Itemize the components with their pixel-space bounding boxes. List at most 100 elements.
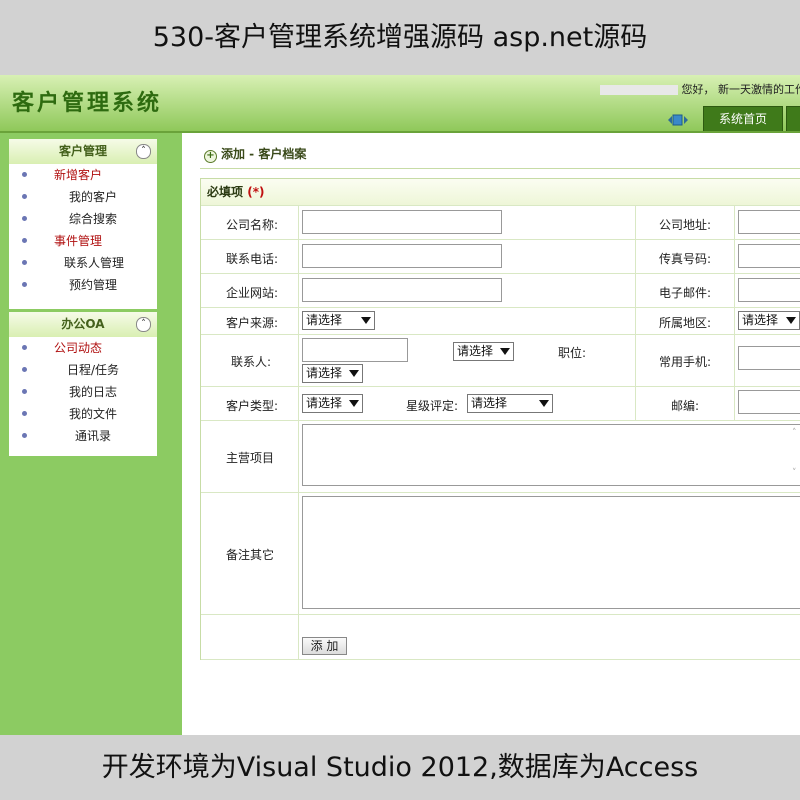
sidebar-item-label: 综合搜索: [69, 212, 118, 226]
col-divider: [734, 206, 735, 420]
divider: [200, 168, 800, 169]
sidebar: 客户管理 ˄ 新增客户 我的客户 综合搜索 事件管理 联系人管理 预约管理 办公…: [0, 133, 182, 735]
sidebar-item-label: 通讯录: [75, 429, 112, 443]
panel-title-oa[interactable]: 办公OA ˄: [9, 312, 157, 337]
label-phone: 联系电话:: [226, 252, 279, 266]
label-mobile: 常用手机:: [659, 355, 712, 369]
collapse-icon[interactable]: ˄: [136, 144, 151, 159]
sidebar-item-my-log[interactable]: 我的日志: [9, 381, 157, 403]
sidebar-item-my-files[interactable]: 我的文件: [9, 403, 157, 425]
nav-tab-next[interactable]: [786, 106, 800, 131]
select-value: 请选择: [471, 396, 508, 410]
sidebar-item-schedule[interactable]: 日程/任务: [9, 359, 157, 381]
bullet-icon: [22, 260, 27, 265]
mobile-input[interactable]: [738, 346, 800, 370]
sidebar-item-events[interactable]: 事件管理: [9, 230, 157, 252]
bullet-icon: [22, 282, 27, 287]
panel-title-customer[interactable]: 客户管理 ˄: [9, 139, 157, 164]
label-customer-type: 客户类型:: [226, 399, 279, 413]
sidebar-item-address-book[interactable]: 通讯录: [9, 425, 157, 447]
sidebar-item-label: 公司动态: [54, 341, 103, 355]
contact-input[interactable]: [302, 338, 408, 362]
sidebar-item-search[interactable]: 综合搜索: [9, 208, 157, 230]
label-postcode: 邮编:: [671, 399, 700, 413]
bullet-icon: [22, 172, 27, 177]
sidebar-item-label: 新增客户: [54, 168, 103, 182]
scroll-up-icon[interactable]: ˄: [792, 429, 800, 438]
chevron-down-icon: [349, 400, 359, 407]
label-email: 电子邮件:: [659, 286, 712, 300]
book-icon[interactable]: [666, 113, 690, 127]
main-business-textarea[interactable]: ˄ ˅: [302, 424, 800, 486]
contact-title-select[interactable]: 请选择: [453, 342, 514, 361]
row-divider: [201, 273, 800, 274]
label-region: 所属地区:: [659, 316, 712, 330]
bullet-icon: [22, 216, 27, 221]
row-divider: [201, 420, 800, 421]
customer-type-select[interactable]: 请选择: [302, 394, 363, 413]
chevron-down-icon: [349, 370, 359, 377]
select-value: 请选择: [457, 344, 494, 358]
label-remarks: 备注其它: [226, 548, 275, 562]
label-company-name: 公司名称:: [226, 218, 279, 232]
add-button[interactable]: 添 加: [302, 637, 347, 655]
row-divider: [201, 239, 800, 240]
label-main-business: 主营项目: [226, 451, 275, 465]
fax-input[interactable]: [738, 244, 800, 268]
add-circle-icon: +: [204, 150, 217, 163]
breadcrumb-text: 添加 - 客户档案: [221, 147, 307, 161]
bullet-icon: [22, 194, 27, 199]
row-divider: [201, 614, 800, 615]
sidebar-item-label: 我的日志: [69, 385, 118, 399]
label-contact: 联系人:: [231, 355, 272, 369]
chevron-down-icon: [361, 317, 371, 324]
label-star-rating: 星级评定:: [406, 399, 459, 413]
select-value: 请选择: [742, 313, 779, 327]
phone-input[interactable]: [302, 244, 502, 268]
app-logo: 客户管理系统: [12, 90, 163, 116]
sidebar-item-label: 事件管理: [54, 234, 103, 248]
bullet-icon: [22, 411, 27, 416]
sidebar-item-label: 我的文件: [69, 407, 118, 421]
top-banner: 530-客户管理系统增强源码 asp.net源码: [0, 0, 800, 75]
chevron-down-icon: [500, 348, 510, 355]
select-value: 请选择: [306, 366, 343, 380]
sidebar-item-company-news[interactable]: 公司动态: [9, 337, 157, 359]
company-name-input[interactable]: [302, 210, 502, 234]
select-value: 请选择: [306, 396, 343, 410]
col-divider: [298, 206, 299, 659]
sidebar-item-label: 日程/任务: [67, 363, 120, 377]
welcome-message: 您好， 新一天激情的工作已经: [600, 81, 800, 97]
company-address-input[interactable]: [738, 210, 800, 234]
sidebar-item-appointments[interactable]: 预约管理: [9, 274, 157, 296]
position-select[interactable]: 请选择: [302, 364, 363, 383]
collapse-icon[interactable]: ˄: [136, 317, 151, 332]
nav-tab-home[interactable]: 系统首页: [703, 106, 783, 131]
region-select[interactable]: 请选择: [738, 311, 800, 330]
star-rating-select[interactable]: 请选择: [467, 394, 553, 413]
source-select[interactable]: 请选择: [302, 311, 375, 330]
sidebar-item-my-customers[interactable]: 我的客户: [9, 186, 157, 208]
sidebar-item-new-customer[interactable]: 新增客户: [9, 164, 157, 186]
label-position: 职位:: [558, 346, 587, 360]
required-mark: (*): [247, 185, 265, 199]
remarks-textarea[interactable]: [302, 496, 800, 609]
breadcrumb: + 添加 - 客户档案: [204, 145, 306, 163]
sidebar-item-contacts[interactable]: 联系人管理: [9, 252, 157, 274]
sidebar-item-label: 联系人管理: [64, 256, 125, 270]
postcode-input[interactable]: [738, 390, 800, 414]
required-label: 必填项: [207, 185, 244, 199]
bullet-icon: [22, 367, 27, 372]
user-name-blur: [600, 85, 678, 95]
col-divider: [635, 206, 636, 420]
label-source: 客户来源:: [226, 316, 279, 330]
scroll-down-icon[interactable]: ˅: [792, 469, 800, 478]
select-value: 请选择: [306, 313, 343, 327]
website-input[interactable]: [302, 278, 502, 302]
panel-customer-management: 客户管理 ˄ 新增客户 我的客户 综合搜索 事件管理 联系人管理 预约管理: [9, 139, 157, 309]
row-divider: [201, 386, 800, 387]
email-input[interactable]: [738, 278, 800, 302]
required-section-header: 必填项 (*): [201, 179, 800, 206]
label-website: 企业网站:: [226, 286, 279, 300]
row-divider: [201, 334, 800, 335]
